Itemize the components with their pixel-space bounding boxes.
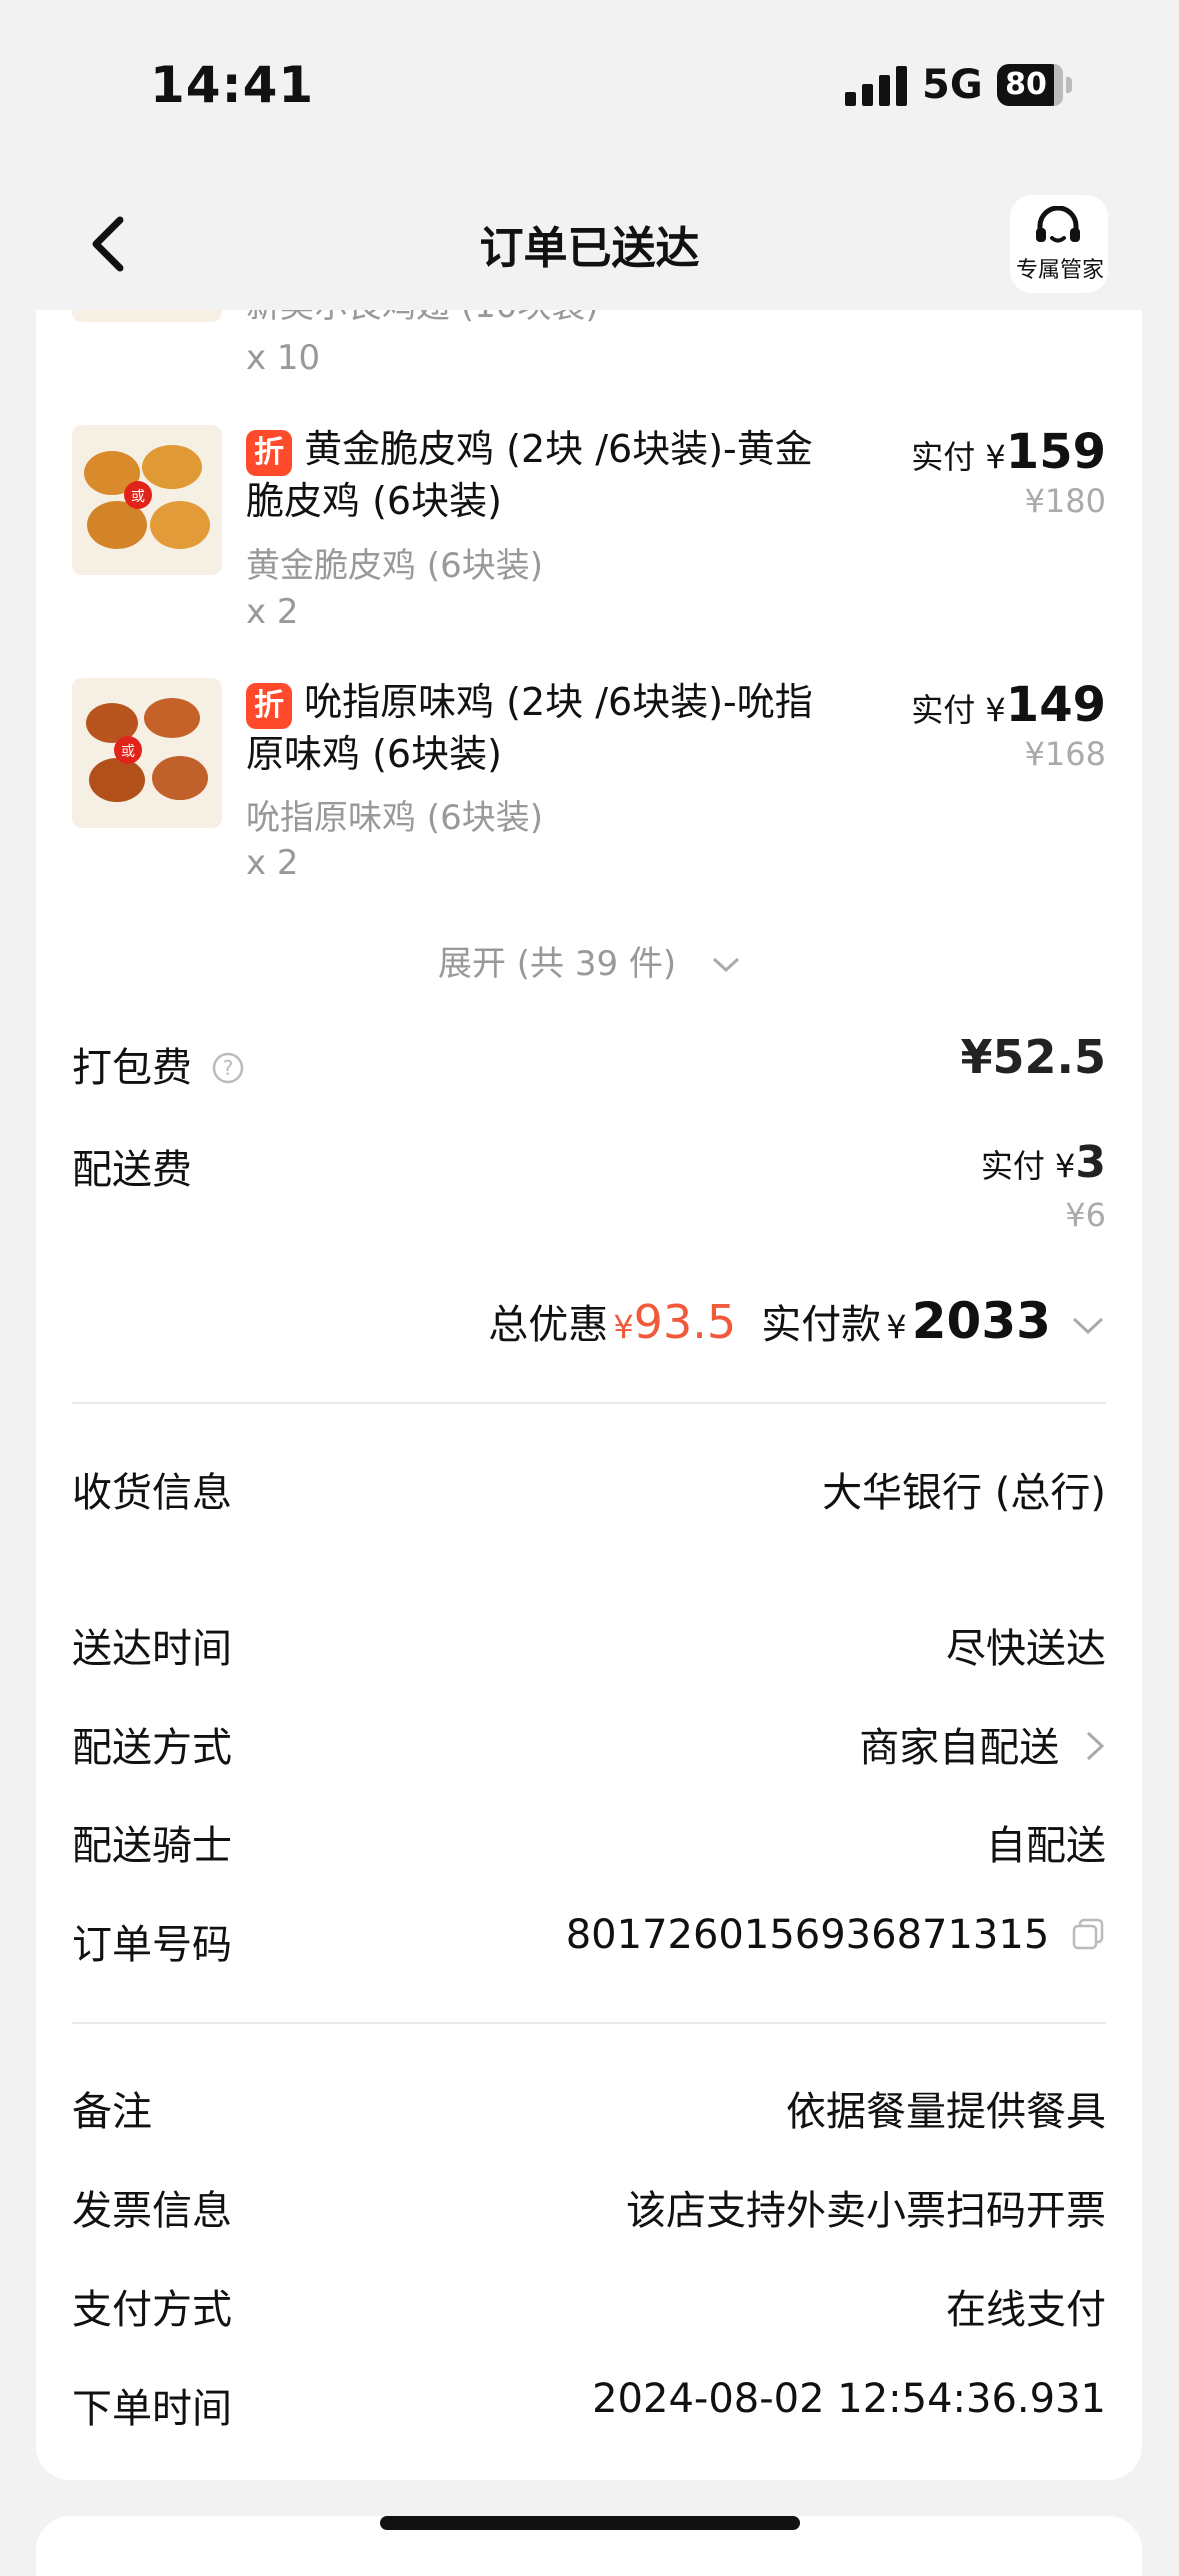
info-label: 订单号码 xyxy=(72,1922,232,1968)
delivery-rider: 自配送 xyxy=(986,1823,1106,1869)
status-time: 14:41 xyxy=(150,56,315,114)
order-time-value: 2024-08-02 12:54:36.931 xyxy=(592,2376,1106,2422)
product-name: 折 吮指原味鸡 (2块 /6块装)-吮指原味鸡 (6块装) xyxy=(246,680,813,776)
svg-text:或: 或 xyxy=(121,744,135,760)
product-name: 折 黄金脆皮鸡 (2块 /6块装)-黄金脆皮鸡 (6块装) xyxy=(246,427,813,523)
packing-fee-value: ¥52.5 xyxy=(960,1030,1106,1084)
product-paid: 实付 ¥159 xyxy=(911,424,1106,480)
svg-text:或: 或 xyxy=(131,489,145,505)
order-number: 8017260156936871315 xyxy=(560,1912,1106,1958)
product-original-price: ¥180 xyxy=(1024,482,1106,520)
order-card xyxy=(36,310,1142,2480)
paid-value: 2033 xyxy=(911,1292,1051,1350)
chevron-down-icon xyxy=(1072,1317,1104,1335)
product-original-price: ¥168 xyxy=(1024,735,1106,773)
product-qty: x 2 xyxy=(246,843,299,883)
packing-fee-label: 打包费 ? xyxy=(72,1035,245,1093)
order-total[interactable]: 总优惠 ¥93.5 实付款 ¥ 2033 xyxy=(300,1292,1106,1350)
discount-badge: 折 xyxy=(246,683,292,729)
discount-value: 93.5 xyxy=(633,1295,737,1349)
info-label: 配送方式 xyxy=(72,1725,232,1771)
product-thumbnail: 或 xyxy=(72,678,222,828)
delivery-time: 尽快送达 xyxy=(946,1626,1106,1672)
product-thumbnail: 或 xyxy=(72,425,222,575)
expand-button[interactable]: 展开 (共 39 件) xyxy=(0,936,1179,985)
chevron-down-icon xyxy=(713,957,740,973)
info-label: 备注 xyxy=(72,2089,152,2135)
svg-text:?: ? xyxy=(222,1056,233,1080)
remark-value: 依据餐量提供餐具 xyxy=(786,2089,1106,2135)
battery-icon: 80 xyxy=(997,64,1073,106)
delivery-address[interactable]: 大华银行 (总行) xyxy=(600,1460,1106,1518)
payment-method-value: 在线支付 xyxy=(946,2287,1106,2333)
info-label: 支付方式 xyxy=(72,2287,232,2333)
product-spec: 黄金脆皮鸡 (6块装) xyxy=(246,546,543,586)
copy-icon[interactable] xyxy=(1070,1916,1106,1952)
info-label: 下单时间 xyxy=(72,2386,232,2432)
product-spec: 吮指原味鸡 (6块装) xyxy=(246,798,543,838)
info-label: 配送骑士 xyxy=(72,1823,232,1869)
product-qty: x 2 xyxy=(246,592,299,632)
product-paid: 实付 ¥149 xyxy=(911,677,1106,733)
discount-badge: 折 xyxy=(246,430,292,476)
info-label: 发票信息 xyxy=(72,2188,232,2234)
product-qty: x 10 xyxy=(246,338,321,378)
delivery-method[interactable]: 商家自配送 xyxy=(600,1715,1106,1773)
delivery-fee-label: 配送费 xyxy=(72,1147,192,1193)
info-label: 收货信息 xyxy=(72,1470,232,1516)
help-icon[interactable]: ? xyxy=(211,1051,245,1085)
delivery-fee-original: ¥6 xyxy=(1065,1196,1106,1234)
headset-icon xyxy=(1036,206,1080,243)
home-indicator xyxy=(380,2516,800,2530)
divider xyxy=(72,2022,1106,2024)
page-title: 订单已送达 xyxy=(479,223,700,274)
service-label: 专属管家 xyxy=(1015,258,1104,283)
signal-icon xyxy=(845,66,907,106)
invoice-value: 该店支持外卖小票扫码开票 xyxy=(626,2188,1106,2234)
delivery-fee-paid: 实付 ¥3 xyxy=(980,1137,1106,1188)
battery-level: 80 xyxy=(1005,67,1047,102)
chevron-right-icon xyxy=(1086,1731,1105,1761)
network-type: 5G xyxy=(922,62,983,108)
info-label: 送达时间 xyxy=(72,1626,232,1672)
divider xyxy=(72,1402,1106,1404)
